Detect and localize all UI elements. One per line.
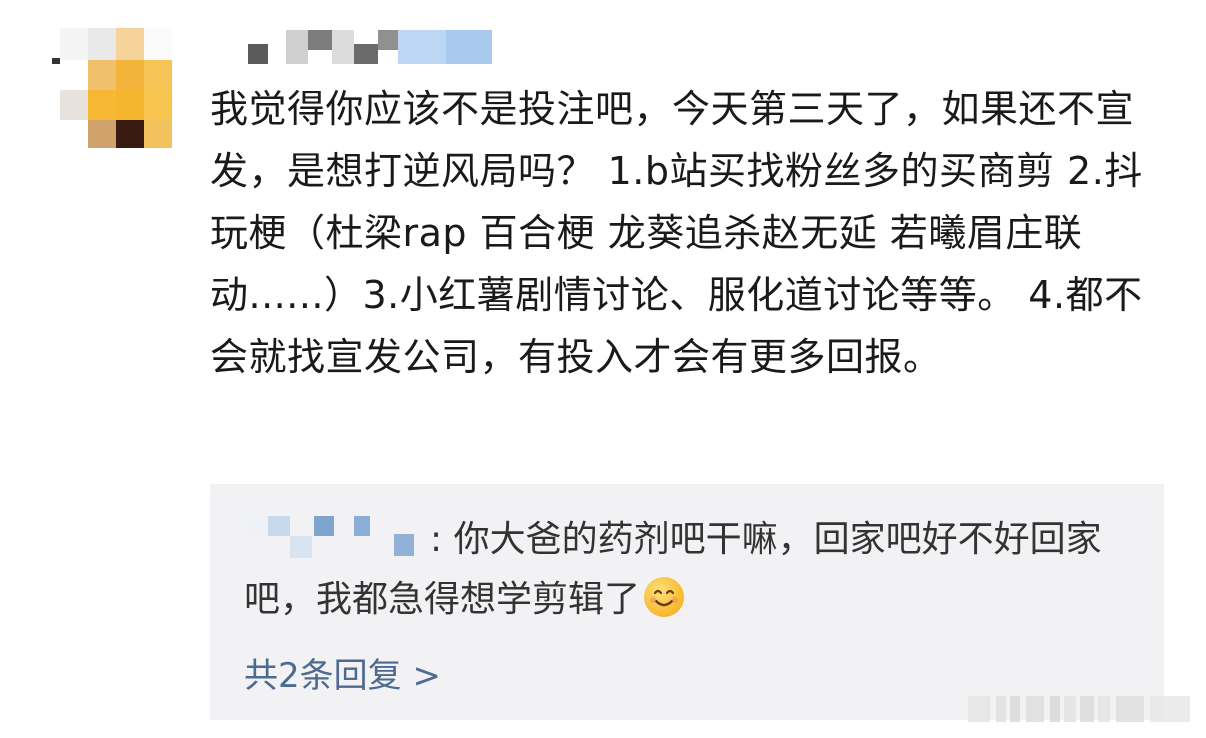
- watermark: [968, 692, 1200, 726]
- avatar[interactable]: [52, 28, 172, 148]
- more-replies-link[interactable]: 共2条回复 >: [244, 648, 441, 697]
- username[interactable]: [236, 24, 496, 68]
- reply-box[interactable]: : 你大爸的药剂吧干嘛，回家吧好不好回家吧，我都急得想学剪辑了 共2条回复 >: [210, 484, 1164, 720]
- reply-text: : 你大爸的药剂吧干嘛，回家吧好不好回家吧，我都急得想学剪辑了: [244, 510, 1144, 630]
- comment-text: 我觉得你应该不是投注吧，今天第三天了，如果还不宣发，是想打逆风局吗？ 1.b站买…: [210, 87, 1143, 379]
- smile-emoji-icon: [644, 577, 685, 617]
